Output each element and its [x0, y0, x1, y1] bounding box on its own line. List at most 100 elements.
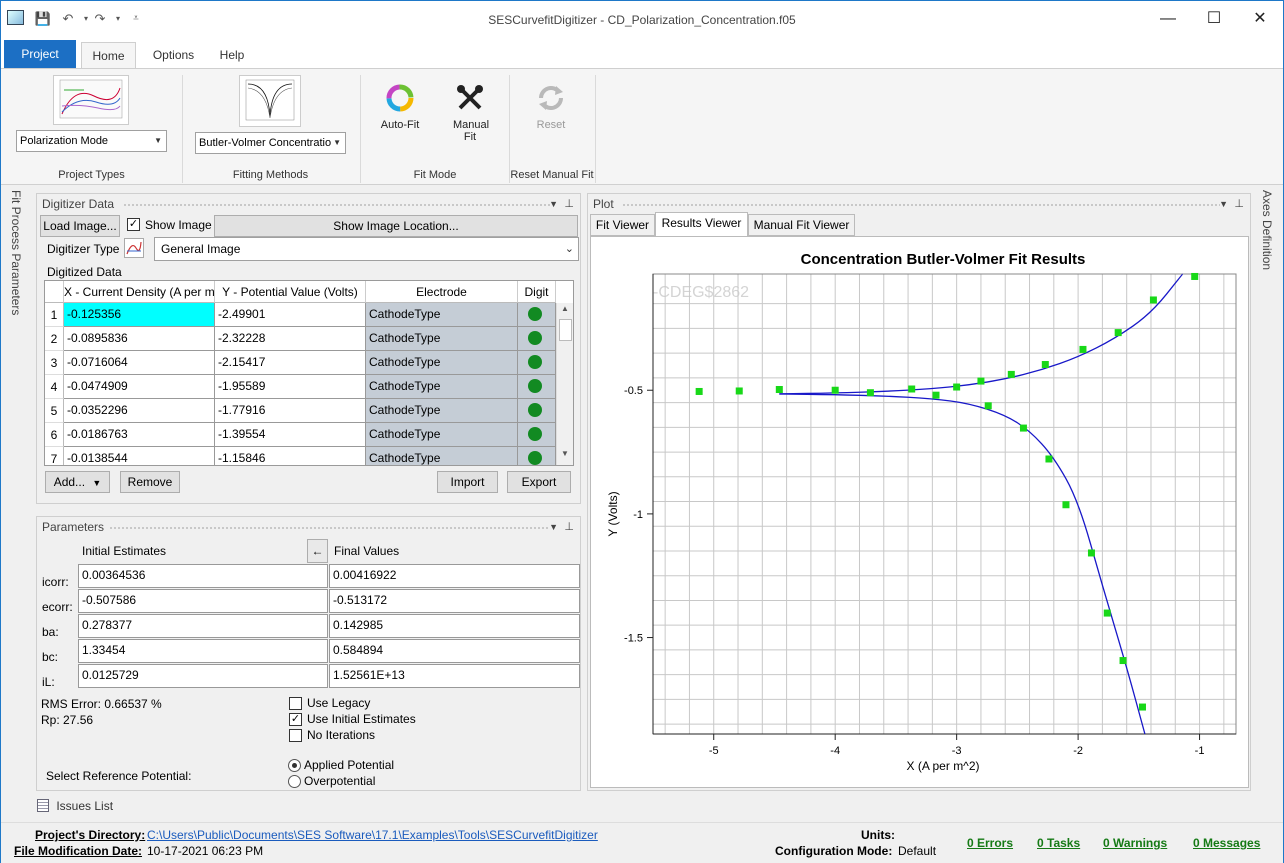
- cell-digit[interactable]: [518, 447, 556, 465]
- cell-electrode[interactable]: CathodeType: [366, 351, 518, 375]
- project-type-thumbnail[interactable]: [53, 75, 129, 125]
- chart-svg: Concentration Butler-Volmer Fit Results …: [606, 251, 1237, 773]
- cell-x[interactable]: -0.0716064: [64, 351, 215, 375]
- initial-estimate-input[interactable]: 0.278377: [78, 614, 328, 638]
- remove-button[interactable]: Remove: [120, 471, 180, 493]
- project-type-select[interactable]: Polarization Mode ▼: [16, 130, 167, 152]
- units-label: Units:: [861, 828, 895, 842]
- warnings-link[interactable]: 0 Warnings: [1103, 836, 1167, 850]
- cell-y[interactable]: -1.77916: [215, 399, 366, 423]
- cell-electrode[interactable]: CathodeType: [366, 327, 518, 351]
- fitting-method-select[interactable]: Butler-Volmer Concentration ▼: [195, 132, 346, 154]
- pin-icon[interactable]: ⊥: [564, 517, 574, 537]
- issues-list-tab[interactable]: Issues List: [37, 799, 117, 817]
- overpotential-radio[interactable]: [288, 775, 301, 788]
- cell-digit[interactable]: [518, 327, 556, 351]
- tab-results-viewer[interactable]: Results Viewer: [655, 212, 748, 237]
- column-header-digit[interactable]: Digit: [518, 281, 556, 303]
- cell-x[interactable]: -0.0474909: [64, 375, 215, 399]
- add-button[interactable]: Add... ▼: [45, 471, 110, 493]
- cell-electrode[interactable]: CathodeType: [366, 303, 518, 327]
- show-image-checkbox[interactable]: ✓: [127, 218, 140, 231]
- column-header-x[interactable]: X - Current Density (A per m^2): [64, 281, 215, 303]
- panel-menu-icon[interactable]: ▼: [549, 517, 558, 537]
- panel-menu-icon[interactable]: ▼: [1219, 194, 1228, 214]
- scroll-down-icon[interactable]: ▼: [558, 449, 572, 463]
- tasks-link[interactable]: 0 Tasks: [1037, 836, 1080, 850]
- digitized-data-grid: X - Current Density (A per m^2) Y - Pote…: [44, 280, 574, 466]
- cell-digit[interactable]: [518, 423, 556, 447]
- applied-potential-radio[interactable]: [288, 759, 301, 772]
- cell-y[interactable]: -1.95589: [215, 375, 366, 399]
- cell-y[interactable]: -2.15417: [215, 351, 366, 375]
- cell-x[interactable]: -0.0138544: [64, 447, 215, 465]
- export-button[interactable]: Export: [507, 471, 571, 493]
- digitizer-type-select[interactable]: General Image ⌄: [154, 237, 579, 261]
- project-directory-link[interactable]: C:\Users\Public\Documents\SES Software\1…: [147, 828, 598, 842]
- import-button[interactable]: Import: [437, 471, 498, 493]
- reset-manual-fit-label: Reset Manual Fit: [510, 169, 594, 181]
- cell-x[interactable]: -0.0186763: [64, 423, 215, 447]
- wrench-screwdriver-icon: [457, 85, 483, 110]
- initial-estimate-input[interactable]: 0.00364536: [78, 564, 328, 588]
- tab-home[interactable]: Home: [81, 42, 136, 68]
- messages-link[interactable]: 0 Messages: [1193, 836, 1260, 850]
- rms-error: RMS Error: 0.66537 %: [41, 697, 162, 711]
- column-header-y[interactable]: Y - Potential Value (Volts): [215, 281, 366, 303]
- cell-y[interactable]: -2.32228: [215, 327, 366, 351]
- pin-icon[interactable]: ⊥: [564, 194, 574, 214]
- tab-manual-fit-viewer[interactable]: Manual Fit Viewer: [748, 214, 855, 236]
- use-initial-estimates-checkbox[interactable]: ✓: [289, 713, 302, 726]
- tab-help[interactable]: Help: [207, 42, 257, 68]
- cell-electrode[interactable]: CathodeType: [366, 375, 518, 399]
- cell-digit[interactable]: [518, 375, 556, 399]
- tab-project[interactable]: Project: [4, 40, 76, 68]
- use-legacy-checkbox[interactable]: [289, 697, 302, 710]
- grid-scrollbar[interactable]: ▲ ▼: [556, 303, 573, 465]
- digitized-status-icon: [528, 427, 542, 441]
- tab-options[interactable]: Options: [146, 42, 201, 68]
- cell-digit[interactable]: [518, 351, 556, 375]
- cell-electrode[interactable]: CathodeType: [366, 423, 518, 447]
- scroll-up-icon[interactable]: ▲: [558, 304, 572, 318]
- initial-estimate-input[interactable]: 1.33454: [78, 639, 328, 663]
- cell-x[interactable]: -0.125356: [64, 303, 215, 327]
- column-header-electrode[interactable]: Electrode: [366, 281, 518, 303]
- scroll-thumb[interactable]: [559, 319, 572, 341]
- chevron-down-icon: ▼: [92, 478, 102, 488]
- data-point: [1087, 549, 1095, 557]
- manual-fit-button[interactable]: Manual Fit: [443, 83, 497, 149]
- errors-link[interactable]: 0 Errors: [967, 836, 1013, 850]
- auto-fit-label: Auto-Fit: [380, 119, 420, 131]
- show-image-location-button[interactable]: Show Image Location...: [214, 215, 578, 237]
- no-iterations-checkbox[interactable]: [289, 729, 302, 742]
- cell-digit[interactable]: [518, 399, 556, 423]
- initial-estimate-input[interactable]: 0.0125729: [78, 664, 328, 688]
- cell-digit[interactable]: [518, 303, 556, 327]
- fit-process-parameters-tab[interactable]: Fit Process Parameters: [5, 190, 29, 315]
- close-button[interactable]: ✕: [1237, 1, 1283, 37]
- cell-y[interactable]: -1.15846: [215, 447, 366, 465]
- row-number: 1: [45, 303, 64, 327]
- chart-grid: [653, 274, 1236, 734]
- maximize-button[interactable]: ☐: [1191, 1, 1237, 37]
- rp-value: Rp: 27.56: [41, 713, 94, 727]
- fitting-method-thumbnail[interactable]: [239, 75, 301, 127]
- pin-icon[interactable]: ⊥: [1234, 194, 1244, 214]
- panel-menu-icon[interactable]: ▼: [549, 194, 558, 214]
- minimize-button[interactable]: —: [1145, 1, 1191, 37]
- copy-final-to-initial-button[interactable]: ←: [307, 539, 328, 563]
- reset-button[interactable]: Reset: [524, 83, 578, 149]
- load-image-button[interactable]: Load Image...: [40, 215, 120, 237]
- cell-x[interactable]: -0.0352296: [64, 399, 215, 423]
- final-value-field: 0.142985: [329, 614, 580, 638]
- tab-fit-viewer[interactable]: Fit Viewer: [590, 214, 655, 236]
- initial-estimate-input[interactable]: -0.507586: [78, 589, 328, 613]
- cell-y[interactable]: -2.49901: [215, 303, 366, 327]
- auto-fit-button[interactable]: Auto-Fit: [373, 83, 427, 149]
- cell-electrode[interactable]: CathodeType: [366, 399, 518, 423]
- cell-y[interactable]: -1.39554: [215, 423, 366, 447]
- cell-x[interactable]: -0.0895836: [64, 327, 215, 351]
- axes-definition-tab[interactable]: Axes Definition: [1257, 190, 1279, 280]
- cell-electrode[interactable]: CathodeType: [366, 447, 518, 465]
